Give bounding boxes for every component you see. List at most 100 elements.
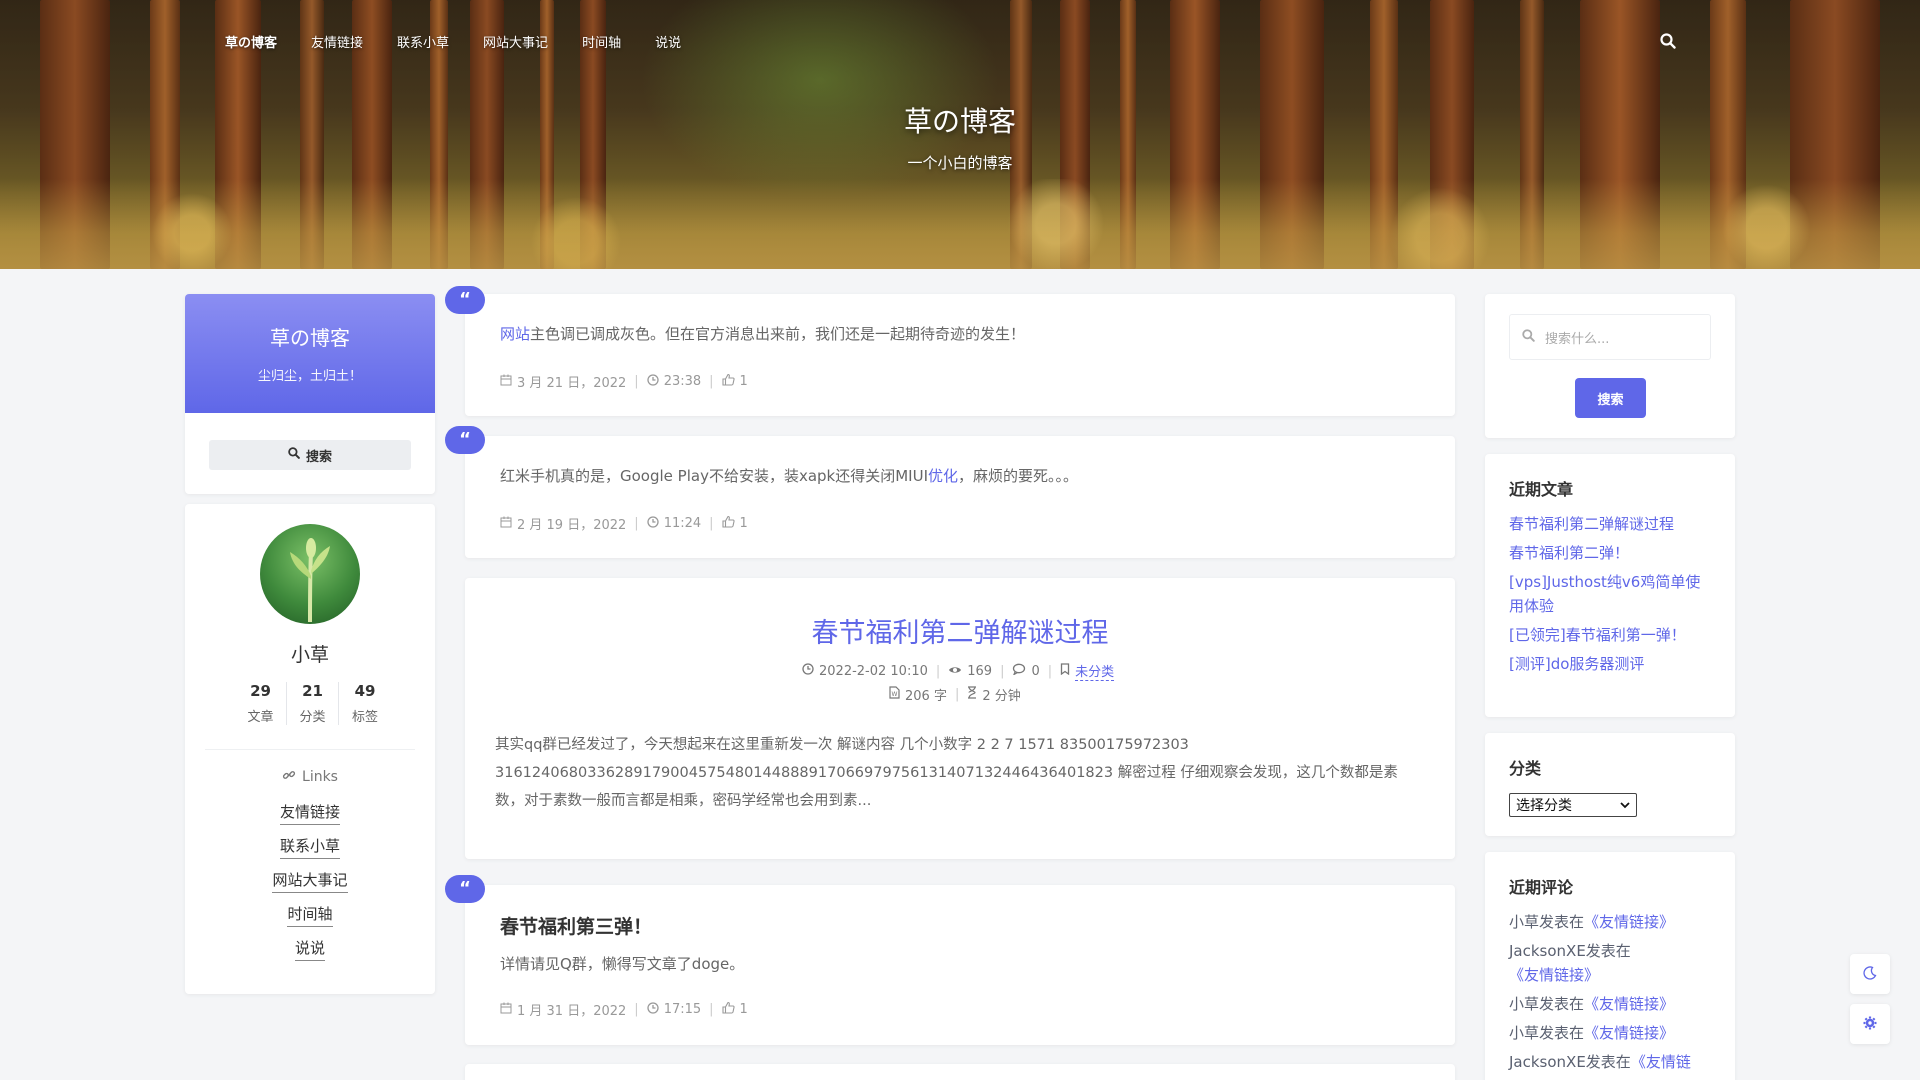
stat-label: 文章 [247, 710, 274, 725]
post-date: 2 月 19 日，2022 [517, 518, 627, 533]
post-text-body: 主色调已调成灰色。但在官方消息出来前，我们还是一起期待奇迹的发生！ [530, 325, 1026, 343]
nav-milestones[interactable]: 网站大事记 [483, 32, 548, 51]
profile-title: 草の博客 [270, 326, 350, 350]
recent-posts-heading: 近期文章 [1509, 480, 1574, 499]
quote-icon: “ [445, 286, 485, 314]
divider [205, 749, 415, 750]
recent-posts-list: 春节福利第二弹解谜过程 春节福利第二弹！ [vps]Justhost纯v6鸡简单… [1509, 512, 1714, 681]
post-highlight[interactable]: 优化 [928, 467, 958, 485]
comment-post-link[interactable]: 《友情链接》 [1584, 995, 1674, 1013]
calendar-icon [500, 1002, 512, 1018]
recent-comments-heading: 近期评论 [1509, 878, 1574, 897]
comment-post-link[interactable]: 《友情链 [1631, 1053, 1691, 1071]
post-date: 3 月 21 日，2022 [517, 376, 627, 391]
comment-author: 小草发表在 [1509, 913, 1585, 931]
banner-undergrowth [0, 179, 1920, 269]
categories-card [1485, 733, 1735, 836]
avatar[interactable] [260, 524, 360, 624]
post-time: 11:24 [663, 516, 702, 531]
post-meta: 2 月 19 日，2022 | 11:24 | 1 [500, 514, 748, 533]
links-list: 友情链接 联系小草 网站大事记 时间轴 说说 [185, 802, 435, 972]
post-text-body: ，麻烦的要死。。。 [958, 467, 1079, 485]
post-card-status [465, 294, 1455, 416]
post-meta: 3 月 21 日，2022 | 23:38 | 1 [500, 372, 748, 391]
nav-timeline[interactable]: 时间轴 [582, 32, 621, 51]
quote-icon: “ [445, 426, 485, 454]
meta-separator: | [709, 1002, 714, 1017]
link-moments[interactable]: 说说 [294, 938, 325, 961]
meta-separator: | [1047, 663, 1053, 679]
clock-icon [647, 515, 659, 532]
nav-home[interactable]: 草の博客 [225, 32, 277, 51]
comment-author: 小草发表在 [1509, 995, 1585, 1013]
stat-value: 21 [302, 682, 323, 700]
calendar-icon [500, 374, 512, 390]
link-timeline[interactable]: 时间轴 [287, 904, 333, 927]
meta-separator: | [634, 1002, 639, 1017]
post-time: 23:38 [663, 374, 702, 389]
recent-post-link[interactable]: [vps]Justhost纯v6鸡简单使用体验 [1509, 570, 1714, 618]
post-highlight[interactable]: 网站 [500, 325, 530, 343]
meta-separator: | [1000, 663, 1005, 679]
site-subtitle: 一个小白的博客 [907, 154, 1013, 172]
stat-tags[interactable]: 49 标签 [339, 682, 391, 725]
comment-author: JacksonXE发表在 [1509, 942, 1631, 960]
thumb-up-icon[interactable] [721, 1001, 735, 1018]
search-icon[interactable] [1660, 33, 1678, 51]
hourglass-icon [967, 686, 977, 703]
left-search-button[interactable]: 搜索 [209, 440, 411, 470]
post-category[interactable]: 未分类 [1075, 661, 1115, 681]
sidebar-search-button[interactable]: 搜索 [1575, 378, 1646, 418]
quote-icon: “ [445, 875, 485, 903]
post-likes: 1 [739, 1002, 748, 1017]
post-card-status [465, 436, 1455, 558]
post-datetime: 2022-2-02 10:10 [819, 663, 928, 679]
post-text: 网站主色调已调成灰色。但在官方消息出来前，我们还是一起期待奇迹的发生！ [500, 323, 1025, 344]
comment-post-link[interactable]: 《友情链接》 [1584, 1024, 1674, 1042]
moon-icon [1863, 965, 1877, 984]
post-comments: 0 [1031, 663, 1040, 679]
recent-post-link[interactable]: 春节福利第二弹！ [1509, 541, 1714, 565]
post-date: 1 月 31 日，2022 [517, 1004, 627, 1019]
link-milestones[interactable]: 网站大事记 [272, 870, 348, 893]
sidebar-search-input[interactable]: 搜索什么... [1509, 314, 1711, 360]
comment-post-link[interactable]: 《友情链接》 [1509, 966, 1599, 984]
link-icon [282, 768, 296, 786]
recent-post-link[interactable]: 春节福利第二弹解谜过程 [1509, 512, 1714, 536]
link-friend-links[interactable]: 友情链接 [279, 802, 340, 825]
category-select[interactable]: 选择分类 [1509, 793, 1637, 817]
nav-contact[interactable]: 联系小草 [397, 32, 449, 51]
stat-categories[interactable]: 21 分类 [287, 682, 339, 725]
recent-post-link[interactable]: [已领完]春节福利第一弹！ [1509, 623, 1714, 647]
meta-separator: | [634, 374, 639, 389]
settings-button[interactable] [1850, 1004, 1890, 1044]
post-title[interactable]: 春节福利第二弹解谜过程 [465, 611, 1455, 650]
comment-item: 小草发表在《友情链接》 [1509, 992, 1714, 1016]
post-views: 169 [967, 663, 993, 679]
post-meta: 2022-2-02 10:10 | 169 | 0 | 未分类 [802, 661, 1115, 681]
link-contact[interactable]: 联系小草 [279, 836, 340, 859]
post-text: 详情请见Q群，懒得写文章了doge。 [500, 955, 745, 973]
post-excerpt: 其实qq群已经发过了，今天想起来在这里重新发一次 解谜内容 几个小数字 2 2 … [495, 737, 1398, 809]
thumb-up-icon[interactable] [721, 373, 735, 390]
dark-mode-button[interactable] [1850, 954, 1890, 994]
comment-post-link[interactable]: 《友情链接》 [1584, 913, 1674, 931]
post-text-body: 红米手机真的是，Google Play不给安装，装xapk还得关闭MIUI [500, 467, 928, 485]
stat-value: 49 [354, 682, 376, 700]
search-icon [288, 447, 300, 463]
stat-posts[interactable]: 29 文章 [235, 682, 287, 725]
nav-friend-links[interactable]: 友情链接 [311, 32, 363, 51]
chevron-down-icon [1620, 797, 1630, 813]
meta-separator: | [954, 687, 960, 702]
stat-value: 29 [250, 682, 271, 700]
recent-post-link[interactable]: [测评]do服务器测评 [1509, 652, 1714, 676]
clock-icon [647, 1001, 659, 1018]
post-likes: 1 [739, 374, 748, 389]
comment-author: 小草发表在 [1509, 1024, 1585, 1042]
profile-motto: 尘归尘，土归土！ [257, 369, 362, 384]
thumb-up-icon[interactable] [721, 515, 735, 532]
nav-moments[interactable]: 说说 [655, 32, 681, 51]
site-title: 草の博客 [903, 105, 1016, 138]
left-search-label: 搜索 [305, 449, 332, 465]
post-title[interactable]: 春节福利第三弹！ [500, 912, 652, 939]
